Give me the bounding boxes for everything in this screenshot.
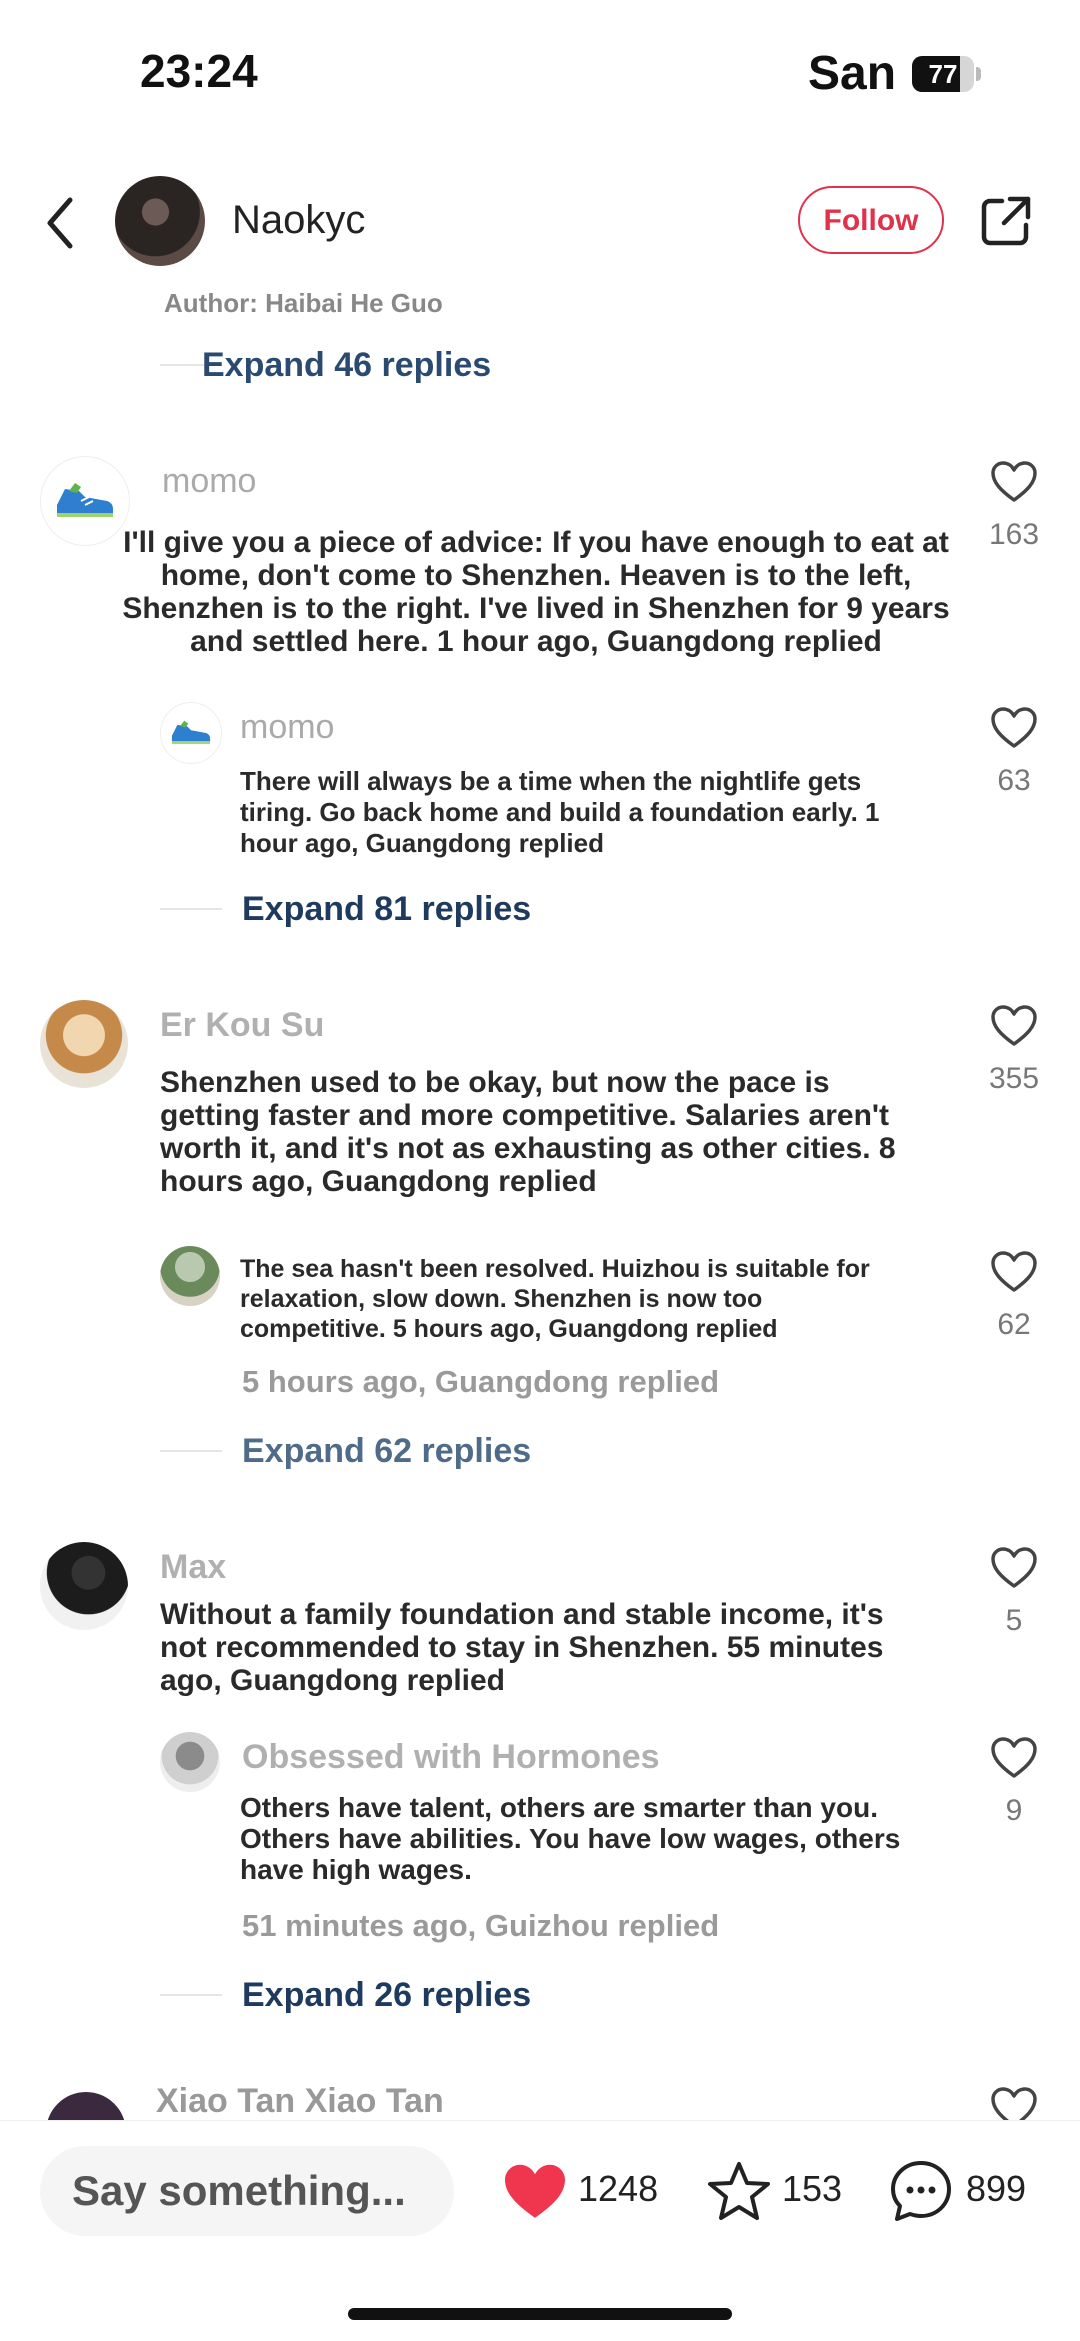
heart-icon[interactable] [990,1004,1038,1048]
bottom-divider [0,2120,1080,2121]
expand-divider [160,908,222,910]
like-count: 163 [988,518,1040,551]
expand-replies-button[interactable]: Expand 46 replies [202,346,491,385]
sneaker-icon [57,483,113,517]
reply-text: There will always be a time when the nig… [240,766,880,858]
home-indicator [348,2308,732,2320]
follow-button[interactable]: Follow [798,186,944,254]
avatar[interactable] [46,2092,126,2120]
reply-meta: 51 minutes ago, Guizhou replied [242,1908,720,1943]
like-count: 62 [997,1308,1031,1341]
avatar[interactable] [40,456,130,546]
like-total: 1248 [578,2168,659,2209]
author-avatar[interactable] [115,176,205,266]
author-name[interactable]: Naokyc [232,198,365,243]
comment-partial: Xiao Tan Xiao Tan [40,2080,1040,2120]
heart-icon[interactable] [990,1736,1038,1780]
heart-filled-icon[interactable] [502,2162,568,2222]
heart-icon[interactable] [990,706,1038,750]
expand-replies-button[interactable]: Expand 26 replies [242,1976,531,2015]
avatar[interactable] [160,1732,220,1792]
comment-author[interactable]: Xiao Tan Xiao Tan [156,2082,444,2120]
avatar[interactable] [160,702,222,764]
star-total: 153 [782,2168,843,2209]
expand-divider [160,1450,222,1452]
comment-bubble-icon[interactable] [888,2158,954,2224]
comment-author[interactable]: momo [162,462,256,501]
avatar[interactable] [160,1246,220,1306]
comment-text: I'll give you a piece of advice: If you … [122,526,950,658]
reply-author[interactable]: Obsessed with Hormones [242,1738,660,1777]
reply-text: Others have talent, others are smarter t… [240,1792,901,1885]
comment-text: Without a family foundation and stable i… [160,1598,884,1697]
comment-author[interactable]: Er Kou Su [160,1006,324,1045]
like-count: 9 [1005,1794,1023,1827]
share-icon[interactable] [980,195,1032,247]
reply-meta: 5 hours ago, Guangdong replied [242,1364,720,1399]
battery-label: 77 [928,59,958,89]
avatar[interactable] [40,1542,128,1630]
heart-icon[interactable] [990,1250,1038,1294]
heart-icon[interactable] [990,460,1038,504]
author-line: Author: Haibai He Guo [164,288,443,318]
heart-icon[interactable] [990,1546,1038,1590]
sneaker-icon [171,720,211,744]
heart-icon[interactable] [990,2086,1038,2120]
expand-divider [160,1994,222,1996]
like-count: 63 [997,764,1031,797]
reply-text: The sea hasn't been resolved. Huizhou is… [240,1255,870,1343]
back-icon[interactable] [38,188,82,258]
comment-text: Shenzhen used to be okay, but now the pa… [160,1066,896,1198]
star-icon[interactable] [706,2160,772,2224]
expand-replies-button[interactable]: Expand 81 replies [242,890,531,929]
comment-input[interactable]: Say something... [40,2146,454,2236]
status-time: 23:24 [140,45,258,97]
expand-replies-button[interactable]: Expand 62 replies [242,1432,531,1471]
carrier-name: San [808,47,897,100]
comment-author[interactable]: Max [160,1548,226,1587]
comment-total: 899 [966,2168,1027,2209]
avatar[interactable] [40,1000,128,1088]
like-count: 5 [1005,1604,1023,1637]
reply-author[interactable]: momo [240,708,334,747]
like-count: 355 [988,1062,1040,1095]
battery-icon: 77 [912,56,982,92]
